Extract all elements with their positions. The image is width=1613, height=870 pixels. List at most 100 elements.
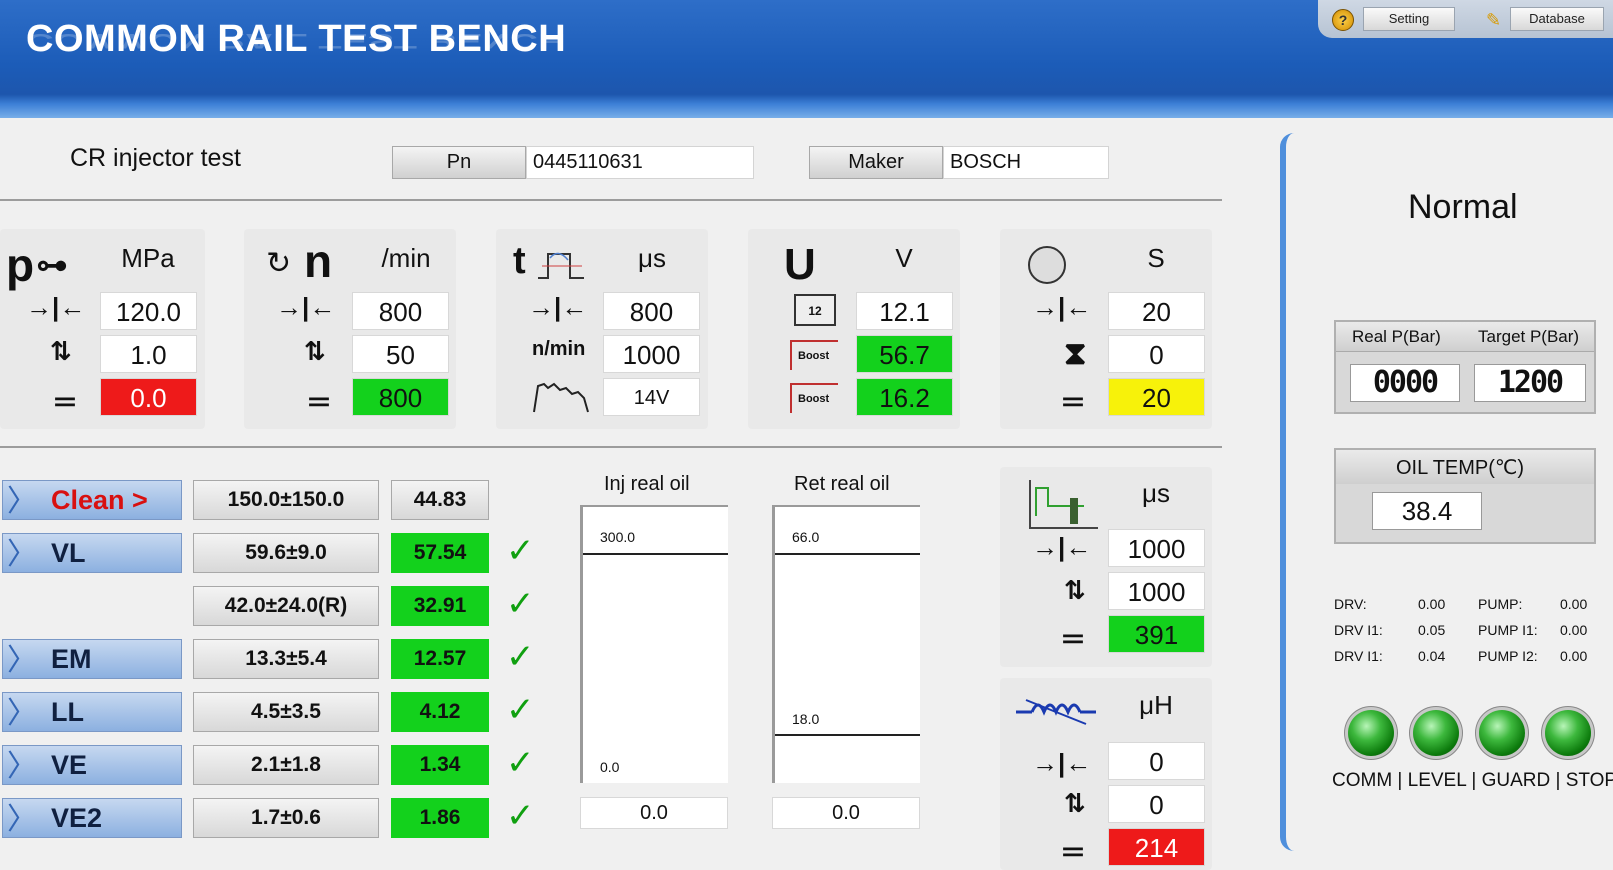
chevron-right-icon: 〉 (7, 803, 37, 836)
test-range: 150.0±150.0 (193, 480, 379, 520)
status-state: Normal (1408, 188, 1518, 226)
speed-unit: /min (381, 243, 431, 273)
speed-tolerance-input[interactable]: 50 (352, 335, 449, 373)
pencil-icon: ✎ (1486, 10, 1502, 30)
setting-button[interactable]: Setting (1363, 7, 1455, 31)
setpoint-icon: →|← (276, 292, 336, 322)
test-tab[interactable]: 〉 LL (2, 692, 182, 732)
inductance-tolerance-input[interactable]: 0 (1108, 785, 1205, 823)
test-tab[interactable]: 〉 VE (2, 745, 182, 785)
app-title-reflection: COMMON RAIL TEST BENCH (26, 28, 567, 52)
inductance-actual: 214 (1108, 828, 1205, 866)
test-range: 13.3±5.4 (193, 639, 379, 679)
freq-label: n/min (532, 338, 586, 360)
maker-button[interactable]: Maker (809, 146, 943, 179)
chevron-right-icon: 〉 (7, 644, 37, 677)
equals-icon: ＝ (306, 388, 333, 418)
duration-unit: S (1147, 243, 1165, 273)
inj-oil-title: Inj real oil (604, 473, 690, 495)
pulse-tolerance-input[interactable]: 1000 (1108, 572, 1205, 610)
chevron-right-icon: 〉 (7, 485, 37, 518)
ret-oil-top-label: 66.0 (792, 529, 820, 545)
ret-oil-title: Ret real oil (794, 473, 890, 495)
frequency-input[interactable]: 1000 (603, 335, 700, 373)
pn-field[interactable]: 0445110631 (526, 146, 754, 179)
boost-icon: Boost (790, 383, 838, 413)
injector-pulse-icon (1029, 480, 1098, 529)
guard-led (1479, 710, 1525, 756)
pulse-set-input[interactable]: 1000 (1108, 529, 1205, 567)
reading-value: 0.00 (1418, 596, 1446, 612)
voltage-unit: V (895, 243, 913, 273)
target-p-label: Target P(Bar) (1478, 327, 1580, 346)
pulse-unit: μs (1142, 478, 1170, 508)
boost-voltage-2: 16.2 (856, 378, 953, 416)
pressure-set-input[interactable]: 120.0 (100, 292, 197, 330)
equals-icon: ＝ (1060, 838, 1087, 868)
duration-set-input[interactable]: 20 (1108, 292, 1205, 330)
test-tab[interactable]: 〉 VL (2, 533, 182, 573)
time-set-input[interactable]: 800 (603, 292, 700, 330)
real-pressure-display: 0000 (1350, 364, 1460, 402)
test-tab[interactable]: 〉 VE2 (2, 798, 182, 838)
test-tab-label: VL (51, 538, 86, 568)
inj-oil-column (580, 505, 728, 783)
test-range: 2.1±1.8 (193, 745, 379, 785)
reading-value: 0.05 (1418, 622, 1446, 638)
divider (0, 199, 1222, 201)
test-range: 1.7±0.6 (193, 798, 379, 838)
time-symbol: t (513, 240, 526, 282)
reading-label: DRV I1: (1334, 622, 1383, 638)
equals-icon: ＝ (52, 388, 79, 418)
reading-value: 0.00 (1560, 622, 1588, 638)
speed-set-input[interactable]: 800 (352, 292, 449, 330)
target-pressure-display: 1200 (1474, 364, 1586, 402)
reading-label: PUMP: (1478, 596, 1523, 612)
chevron-right-icon: 〉 (7, 697, 37, 730)
setpoint-icon: →|← (1032, 748, 1092, 778)
voltage-symbol: U (784, 240, 816, 289)
test-value: 57.54 (391, 533, 489, 573)
inj-oil-top-label: 300.0 (600, 529, 636, 545)
check-icon: ✓ (506, 744, 535, 782)
inj-oil-value: 0.0 (580, 797, 728, 829)
pn-button[interactable]: Pn (392, 146, 526, 179)
setpoint-icon: →|← (1032, 532, 1092, 562)
check-icon: ✓ (506, 691, 535, 729)
reading-label: DRV: (1334, 596, 1367, 612)
check-icon: ✓ (506, 532, 535, 570)
inductance-set-input[interactable]: 0 (1108, 742, 1205, 780)
oil-temp-value: 38.4 (1372, 492, 1482, 530)
rail-icon: ⊶ (36, 247, 68, 283)
maker-field[interactable]: BOSCH (943, 146, 1109, 179)
test-tab[interactable]: 〉 EM (2, 639, 182, 679)
help-icon[interactable]: ? (1332, 9, 1354, 31)
tolerance-icon: ⇅ (304, 336, 326, 366)
test-tab-label: EM (51, 644, 92, 674)
reading-label: DRV I1: (1334, 648, 1383, 664)
test-tab[interactable]: 〉 Clean > (2, 480, 182, 520)
pressure-tolerance-input[interactable]: 1.0 (100, 335, 197, 373)
duration-actual: 20 (1108, 378, 1205, 416)
chevron-right-icon: 〉 (7, 538, 37, 571)
setpoint-icon: →|← (528, 292, 588, 322)
pressure-symbol: p (6, 239, 35, 291)
ret-oil-level-line (775, 553, 920, 555)
test-range: 4.5±3.5 (193, 692, 379, 732)
check-icon: ✓ (506, 797, 535, 835)
test-value: 44.83 (391, 480, 489, 520)
battery-voltage: 12.1 (856, 292, 953, 330)
ret-oil-column (772, 505, 920, 783)
reading-value: 0.04 (1418, 648, 1446, 664)
test-tab-label: Clean > (51, 485, 148, 515)
voltage-mode-select[interactable]: 14V (603, 378, 700, 416)
inj-oil-bottom-label: 0.0 (600, 759, 620, 775)
test-value: 1.86 (391, 798, 489, 838)
database-button[interactable]: Database (1510, 7, 1604, 31)
chevron-right-icon: 〉 (7, 750, 37, 783)
test-value: 32.91 (391, 586, 489, 626)
tolerance-icon: ⇅ (1064, 788, 1086, 818)
indicator-labels: COMM | LEVEL | GUARD | STOP (1332, 770, 1613, 791)
pressure-actual: 0.0 (100, 378, 197, 416)
battery-icon: 12 (794, 294, 836, 326)
